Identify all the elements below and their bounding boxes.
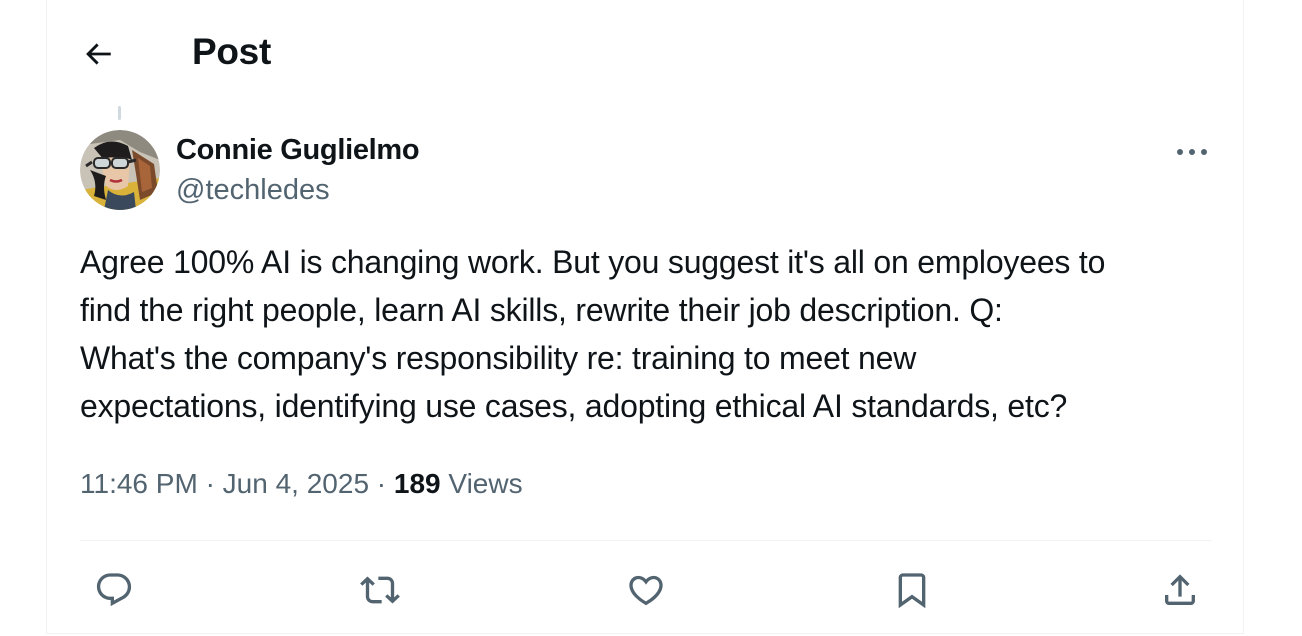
post-date[interactable]: Jun 4, 2025 bbox=[223, 468, 369, 499]
reply-icon bbox=[94, 570, 134, 610]
reply-button[interactable] bbox=[90, 566, 138, 614]
repost-button[interactable] bbox=[356, 566, 404, 614]
avatar-illustration bbox=[80, 130, 160, 210]
more-options-button[interactable] bbox=[1172, 132, 1212, 172]
divider bbox=[80, 540, 1212, 541]
page-title: Post bbox=[192, 31, 271, 72]
like-button[interactable] bbox=[622, 566, 670, 614]
thread-connector-line bbox=[118, 106, 121, 120]
more-dots-icon bbox=[1176, 148, 1208, 156]
bookmark-button[interactable] bbox=[888, 566, 936, 614]
post-text: Agree 100% AI is changing work. But you … bbox=[80, 244, 1106, 424]
heart-icon bbox=[626, 570, 666, 610]
repost-icon bbox=[360, 570, 400, 610]
share-icon bbox=[1160, 570, 1200, 610]
author-name[interactable]: Connie Guglielmo bbox=[176, 132, 420, 168]
meta-separator: · bbox=[376, 468, 387, 499]
post-meta: 11:46 PM · Jun 4, 2025 · 189 Views bbox=[80, 464, 523, 504]
meta-separator: · bbox=[205, 468, 215, 499]
share-button[interactable] bbox=[1156, 566, 1204, 614]
avatar[interactable] bbox=[80, 130, 160, 210]
views-label: Views bbox=[448, 468, 523, 499]
author-handle[interactable]: @techledes bbox=[176, 172, 330, 208]
arrow-left-icon bbox=[81, 37, 115, 71]
bookmark-icon bbox=[892, 570, 932, 610]
back-button[interactable] bbox=[72, 28, 124, 80]
post-time[interactable]: 11:46 PM bbox=[80, 468, 198, 499]
views[interactable]: 189 Views bbox=[394, 468, 523, 499]
views-count: 189 bbox=[393, 468, 441, 499]
